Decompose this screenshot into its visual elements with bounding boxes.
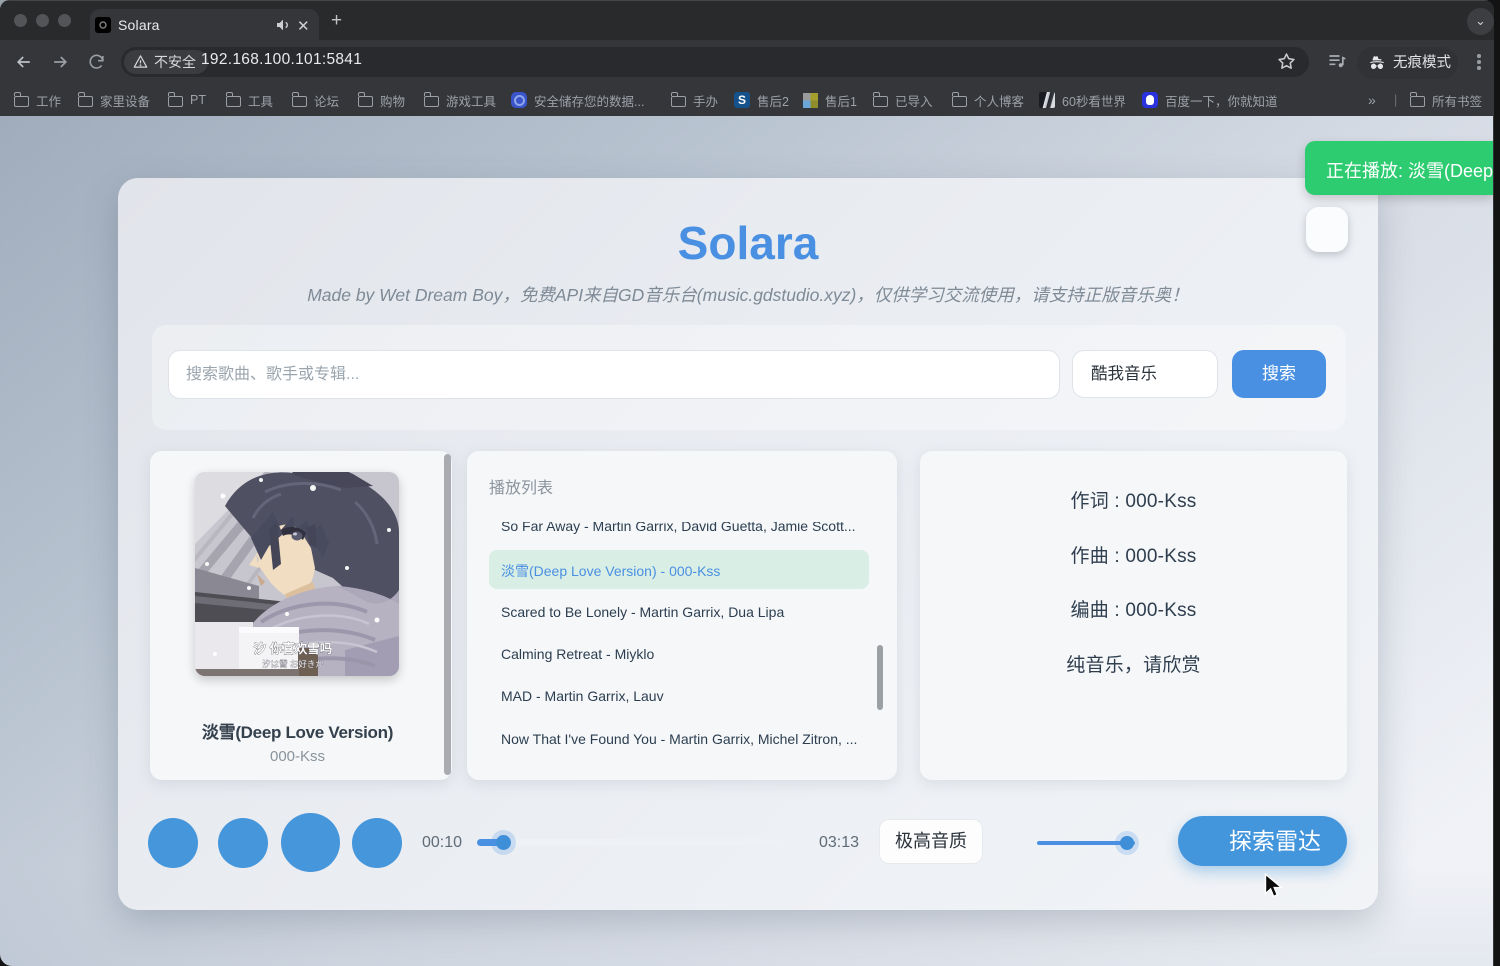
svg-text:汐 你喜欢雪吗: 汐 你喜欢雪吗 <box>254 641 332 656</box>
svg-text:汐は雪 お好きか: 汐は雪 お好きか <box>262 659 324 669</box>
